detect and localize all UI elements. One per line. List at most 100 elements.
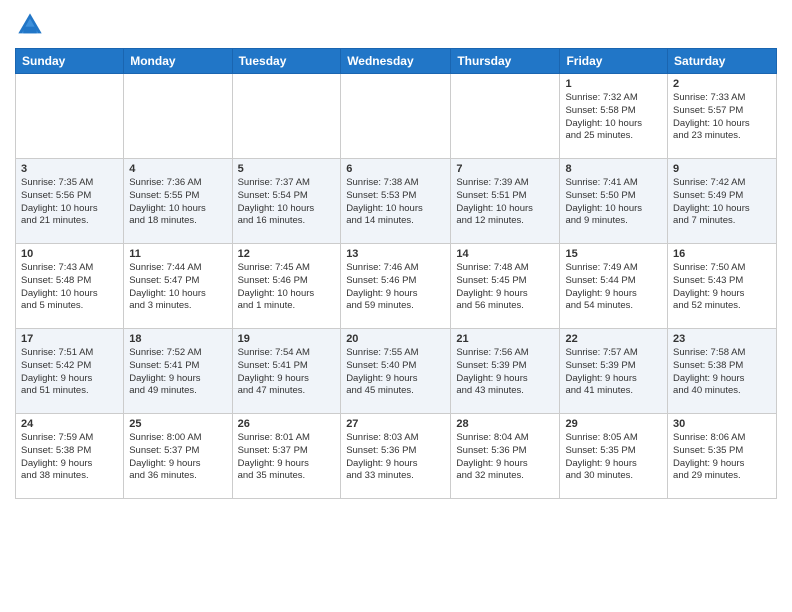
day-info: Sunrise: 7:55 AM Sunset: 5:40 PM Dayligh… (346, 347, 445, 398)
weekday-header-saturday: Saturday (668, 49, 777, 74)
day-number: 13 (346, 248, 445, 260)
logo-icon (15, 10, 45, 40)
weekday-header-tuesday: Tuesday (232, 49, 341, 74)
day-info: Sunrise: 8:04 AM Sunset: 5:36 PM Dayligh… (456, 432, 554, 483)
weekday-header-friday: Friday (560, 49, 668, 74)
day-cell: 9 Sunrise: 7:42 AM Sunset: 5:49 PM Daylig… (668, 159, 777, 244)
day-info: Sunrise: 8:06 AM Sunset: 5:35 PM Dayligh… (673, 432, 771, 483)
day-cell: 20Sunrise: 7:55 AM Sunset: 5:40 PM Dayli… (341, 329, 451, 414)
day-cell: 4 Sunrise: 7:36 AM Sunset: 5:55 PM Daylig… (124, 159, 232, 244)
day-cell: 22 Sunrise: 7:57 AM Sunset: 5:39 PM Dayli… (560, 329, 668, 414)
day-number: 7 (456, 163, 554, 175)
day-number: 18 (129, 333, 226, 345)
day-cell: 7 Sunrise: 7:39 AM Sunset: 5:51 PM Daylig… (451, 159, 560, 244)
day-cell: 28 Sunrise: 8:04 AM Sunset: 5:36 PM Dayli… (451, 414, 560, 499)
day-number: 23 (673, 333, 771, 345)
day-number: 25 (129, 418, 226, 430)
day-info: Sunrise: 7:39 AM Sunset: 5:51 PM Dayligh… (456, 177, 554, 228)
day-cell: 16Sunrise: 7:50 AM Sunset: 5:43 PM Dayli… (668, 244, 777, 329)
day-number: 1 (565, 78, 662, 90)
page: SundayMondayTuesdayWednesdayThursdayFrid… (0, 0, 792, 514)
day-cell: 5 Sunrise: 7:37 AM Sunset: 5:54 PM Daylig… (232, 159, 341, 244)
day-info: Sunrise: 7:37 AM Sunset: 5:54 PM Dayligh… (238, 177, 336, 228)
day-cell: 8 Sunrise: 7:41 AM Sunset: 5:50 PM Daylig… (560, 159, 668, 244)
day-info: Sunrise: 7:41 AM Sunset: 5:50 PM Dayligh… (565, 177, 662, 228)
day-cell (124, 74, 232, 159)
day-number: 2 (673, 78, 771, 90)
day-number: 19 (238, 333, 336, 345)
calendar-table: SundayMondayTuesdayWednesdayThursdayFrid… (15, 48, 777, 499)
day-number: 24 (21, 418, 118, 430)
day-cell: 12 Sunrise: 7:45 AM Sunset: 5:46 PM Dayli… (232, 244, 341, 329)
day-cell: 14 Sunrise: 7:48 AM Sunset: 5:45 PM Dayli… (451, 244, 560, 329)
day-number: 3 (21, 163, 118, 175)
day-info: Sunrise: 8:00 AM Sunset: 5:37 PM Dayligh… (129, 432, 226, 483)
day-number: 26 (238, 418, 336, 430)
day-info: Sunrise: 7:52 AM Sunset: 5:41 PM Dayligh… (129, 347, 226, 398)
day-number: 12 (238, 248, 336, 260)
day-info: Sunrise: 7:32 AM Sunset: 5:58 PM Dayligh… (565, 92, 662, 143)
day-info: Sunrise: 7:43 AM Sunset: 5:48 PM Dayligh… (21, 262, 118, 313)
week-row-1: 1 Sunrise: 7:32 AM Sunset: 5:58 PM Daylig… (16, 74, 777, 159)
day-cell: 30 Sunrise: 8:06 AM Sunset: 5:35 PM Dayli… (668, 414, 777, 499)
day-info: Sunrise: 7:49 AM Sunset: 5:44 PM Dayligh… (565, 262, 662, 313)
day-number: 17 (21, 333, 118, 345)
day-info: Sunrise: 7:57 AM Sunset: 5:39 PM Dayligh… (565, 347, 662, 398)
weekday-header-wednesday: Wednesday (341, 49, 451, 74)
day-cell: 15 Sunrise: 7:49 AM Sunset: 5:44 PM Dayli… (560, 244, 668, 329)
day-number: 30 (673, 418, 771, 430)
day-info: Sunrise: 7:59 AM Sunset: 5:38 PM Dayligh… (21, 432, 118, 483)
day-info: Sunrise: 7:48 AM Sunset: 5:45 PM Dayligh… (456, 262, 554, 313)
day-cell: 25 Sunrise: 8:00 AM Sunset: 5:37 PM Dayli… (124, 414, 232, 499)
day-cell: 19 Sunrise: 7:54 AM Sunset: 5:41 PM Dayli… (232, 329, 341, 414)
day-info: Sunrise: 8:01 AM Sunset: 5:37 PM Dayligh… (238, 432, 336, 483)
day-number: 4 (129, 163, 226, 175)
weekday-header-thursday: Thursday (451, 49, 560, 74)
day-number: 15 (565, 248, 662, 260)
header (15, 10, 777, 40)
day-number: 11 (129, 248, 226, 260)
day-cell: 21 Sunrise: 7:56 AM Sunset: 5:39 PM Dayli… (451, 329, 560, 414)
day-info: Sunrise: 7:42 AM Sunset: 5:49 PM Dayligh… (673, 177, 771, 228)
week-row-5: 24 Sunrise: 7:59 AM Sunset: 5:38 PM Dayli… (16, 414, 777, 499)
day-info: Sunrise: 7:35 AM Sunset: 5:56 PM Dayligh… (21, 177, 118, 228)
day-cell: 3 Sunrise: 7:35 AM Sunset: 5:56 PM Daylig… (16, 159, 124, 244)
day-number: 10 (21, 248, 118, 260)
day-number: 6 (346, 163, 445, 175)
day-cell (232, 74, 341, 159)
day-number: 28 (456, 418, 554, 430)
day-info: Sunrise: 7:38 AM Sunset: 5:53 PM Dayligh… (346, 177, 445, 228)
day-info: Sunrise: 8:03 AM Sunset: 5:36 PM Dayligh… (346, 432, 445, 483)
day-info: Sunrise: 8:05 AM Sunset: 5:35 PM Dayligh… (565, 432, 662, 483)
day-cell: 27Sunrise: 8:03 AM Sunset: 5:36 PM Dayli… (341, 414, 451, 499)
logo (15, 10, 49, 40)
day-info: Sunrise: 7:56 AM Sunset: 5:39 PM Dayligh… (456, 347, 554, 398)
week-row-3: 10 Sunrise: 7:43 AM Sunset: 5:48 PM Dayli… (16, 244, 777, 329)
week-row-2: 3 Sunrise: 7:35 AM Sunset: 5:56 PM Daylig… (16, 159, 777, 244)
day-cell: 1 Sunrise: 7:32 AM Sunset: 5:58 PM Daylig… (560, 74, 668, 159)
day-info: Sunrise: 7:36 AM Sunset: 5:55 PM Dayligh… (129, 177, 226, 228)
day-number: 21 (456, 333, 554, 345)
day-number: 9 (673, 163, 771, 175)
day-cell (16, 74, 124, 159)
day-cell: 13Sunrise: 7:46 AM Sunset: 5:46 PM Dayli… (341, 244, 451, 329)
day-number: 5 (238, 163, 336, 175)
day-number: 8 (565, 163, 662, 175)
day-info: Sunrise: 7:44 AM Sunset: 5:47 PM Dayligh… (129, 262, 226, 313)
day-cell: 10 Sunrise: 7:43 AM Sunset: 5:48 PM Dayli… (16, 244, 124, 329)
week-row-4: 17 Sunrise: 7:51 AM Sunset: 5:42 PM Dayli… (16, 329, 777, 414)
day-cell: 26 Sunrise: 8:01 AM Sunset: 5:37 PM Dayli… (232, 414, 341, 499)
day-cell: 17 Sunrise: 7:51 AM Sunset: 5:42 PM Dayli… (16, 329, 124, 414)
day-cell (451, 74, 560, 159)
day-cell: 18 Sunrise: 7:52 AM Sunset: 5:41 PM Dayli… (124, 329, 232, 414)
day-number: 22 (565, 333, 662, 345)
day-info: Sunrise: 7:50 AM Sunset: 5:43 PM Dayligh… (673, 262, 771, 313)
day-info: Sunrise: 7:51 AM Sunset: 5:42 PM Dayligh… (21, 347, 118, 398)
day-cell: 2Sunrise: 7:33 AM Sunset: 5:57 PM Daylig… (668, 74, 777, 159)
weekday-header-monday: Monday (124, 49, 232, 74)
day-cell (341, 74, 451, 159)
day-cell: 23Sunrise: 7:58 AM Sunset: 5:38 PM Dayli… (668, 329, 777, 414)
day-number: 14 (456, 248, 554, 260)
day-info: Sunrise: 7:45 AM Sunset: 5:46 PM Dayligh… (238, 262, 336, 313)
day-info: Sunrise: 7:54 AM Sunset: 5:41 PM Dayligh… (238, 347, 336, 398)
